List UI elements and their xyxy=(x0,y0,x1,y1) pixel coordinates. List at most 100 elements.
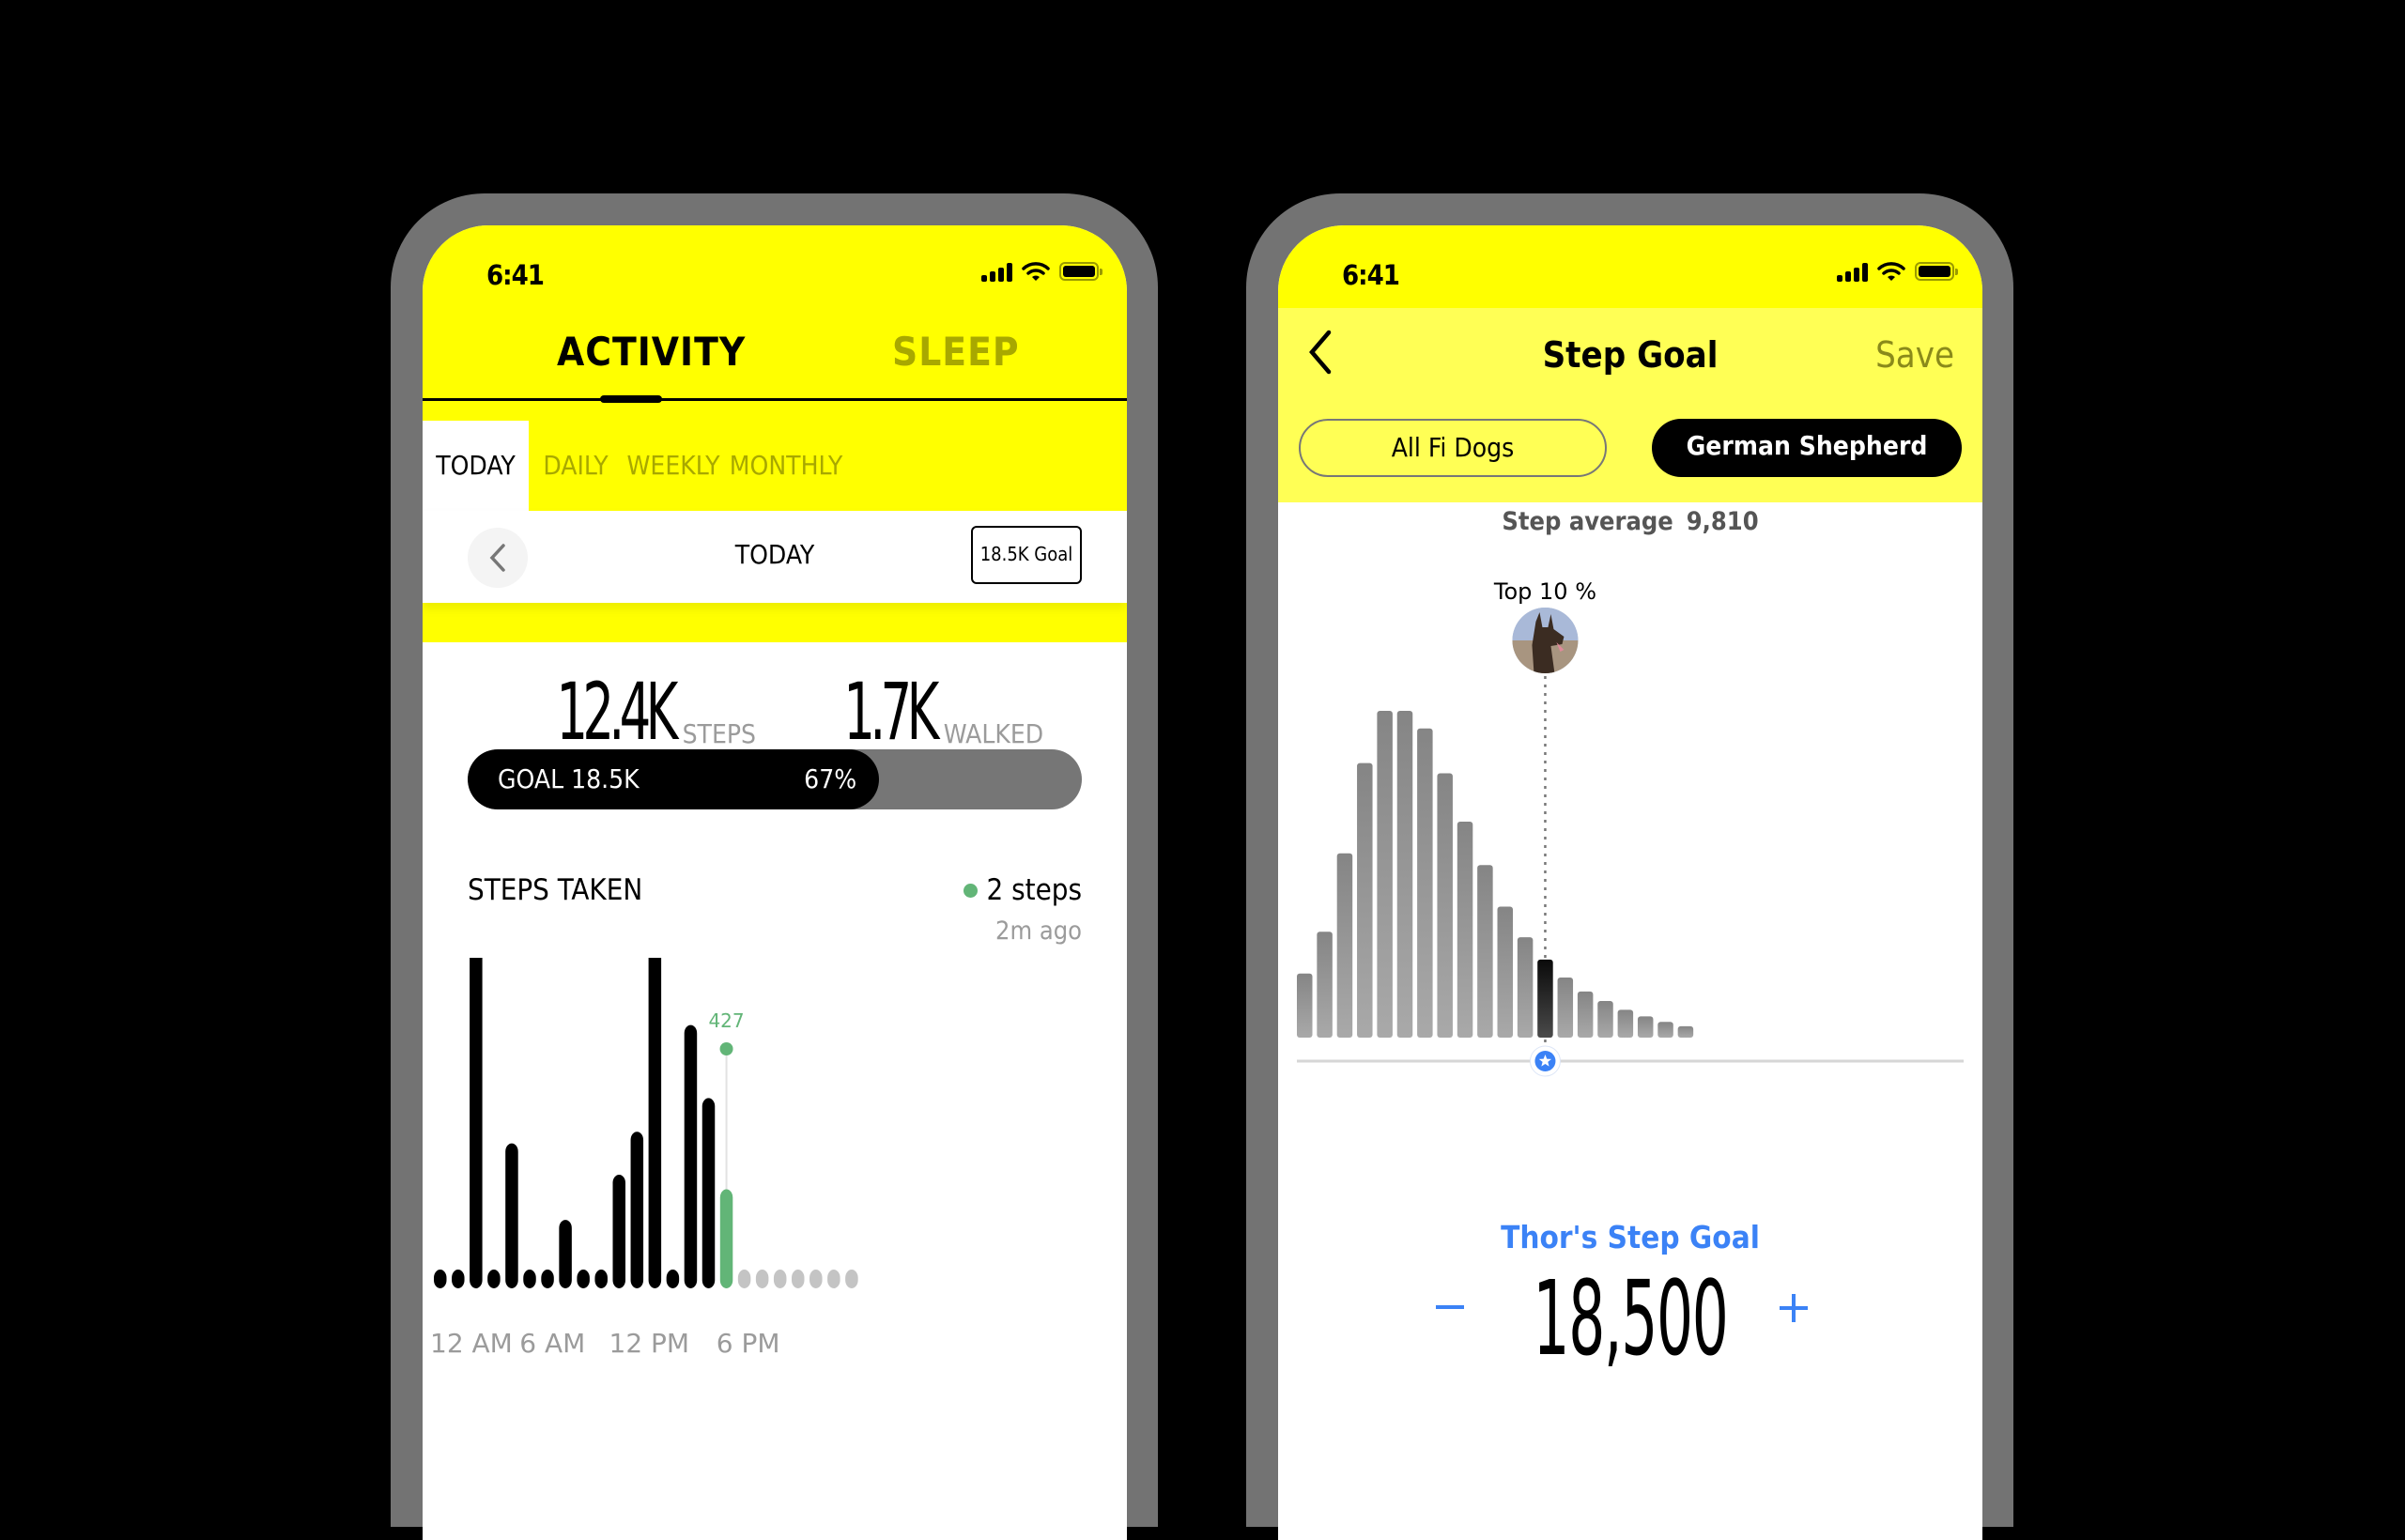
latest-steps: 2 steps xyxy=(963,873,1082,907)
period-tabs: TODAY DAILY WEEKLY MONTHLY xyxy=(423,421,1127,511)
date-nav: TODAY 18.5K Goal xyxy=(423,511,1127,603)
steps-bar-8-pm[interactable] xyxy=(792,1270,805,1288)
cellular-signal-icon xyxy=(1837,261,1868,282)
goal-label: Thor's Step Goal xyxy=(1501,1219,1760,1255)
tab-weekly[interactable]: WEEKLY xyxy=(623,421,724,511)
x-tick-label: 12 PM xyxy=(609,1328,690,1359)
tab-sleep[interactable]: SLEEP xyxy=(892,329,1020,375)
distribution-bar-2 xyxy=(1317,932,1333,1038)
distribution-bar-5 xyxy=(1377,711,1393,1038)
tab-monthly[interactable]: MONTHLY xyxy=(724,421,848,511)
distribution-bar-16 xyxy=(1597,1001,1613,1038)
steps-bar-12-am[interactable] xyxy=(434,1270,447,1288)
steps-value: 12.4K xyxy=(556,666,678,758)
distribution-bar-13 xyxy=(1537,959,1553,1038)
steps-bar-7-pm[interactable] xyxy=(773,1270,787,1288)
steps-bar-10-am[interactable] xyxy=(612,1174,626,1288)
distribution-bar-1 xyxy=(1297,973,1313,1038)
steps-bar-4-am[interactable] xyxy=(505,1143,518,1288)
filter-all-fi-dogs[interactable]: All Fi Dogs xyxy=(1299,419,1607,477)
distribution-bar-20 xyxy=(1677,1025,1694,1038)
goal-button[interactable]: 18.5K Goal xyxy=(971,526,1082,584)
steps-bar-1-am[interactable] xyxy=(452,1270,465,1288)
distribution-bar-11 xyxy=(1497,906,1513,1038)
goal-stepper: 18,500 xyxy=(1278,1258,1982,1390)
stats-summary: 12.4K STEPS 1.7K WALKED xyxy=(423,639,1127,751)
step-goal-header: Step Goal Save All Fi Dogs German Shephe… xyxy=(1278,308,1982,502)
step-average: Step average 9,810 xyxy=(1278,507,1982,536)
steps-bar-6-am[interactable] xyxy=(541,1270,554,1288)
dog-avatar[interactable] xyxy=(1512,608,1579,673)
battery-icon xyxy=(1059,262,1102,281)
steps-bar-6-pm[interactable] xyxy=(755,1270,769,1288)
step-goal-screen: 6:41 Step Goal Save All Fi Dogs German S… xyxy=(1278,225,1982,1540)
current-hour-marker xyxy=(719,1042,733,1055)
x-tick-label: 6 AM xyxy=(519,1328,585,1359)
goal-slider-knob[interactable] xyxy=(1529,1045,1561,1077)
steps-unit: STEPS xyxy=(682,718,757,749)
steps-bar-2-pm[interactable] xyxy=(684,1024,698,1288)
goal-label: GOAL 18.5K xyxy=(498,763,640,794)
distribution-bar-6 xyxy=(1396,711,1413,1038)
distribution-bar-14 xyxy=(1557,977,1574,1038)
main-tabs: ACTIVITY SLEEP xyxy=(423,308,1127,403)
status-time: 6:41 xyxy=(1342,259,1400,291)
steps-bar-8-am[interactable] xyxy=(577,1270,590,1288)
steps-bar-3-pm[interactable] xyxy=(701,1098,716,1288)
steps-bar-5-am[interactable] xyxy=(523,1270,536,1288)
status-time: 6:41 xyxy=(486,259,545,291)
tab-activity[interactable]: ACTIVITY xyxy=(557,329,746,375)
distribution-bar-19 xyxy=(1657,1022,1673,1038)
steps-bar-5-pm[interactable] xyxy=(737,1270,751,1288)
distribution-bar-12 xyxy=(1517,937,1534,1038)
current-hour-label: 427 xyxy=(708,1009,744,1032)
steps-bar-9-am[interactable] xyxy=(594,1270,608,1288)
walked-stat: 1.7K WALKED xyxy=(805,672,1043,751)
activity-screen: 6:41 ACTIVITY SLEEP TODAY DAILY WEEKLY M… xyxy=(423,225,1127,1540)
steps-bar-11-pm[interactable] xyxy=(845,1270,858,1288)
active-tab-indicator xyxy=(600,395,662,403)
steps-bar-12-pm[interactable] xyxy=(648,958,662,1288)
rank-label: Top 10 % xyxy=(1493,578,1596,605)
save-button[interactable]: Save xyxy=(1875,334,1954,376)
distribution-bar-15 xyxy=(1577,991,1594,1038)
walked-unit: WALKED xyxy=(943,718,1044,749)
filter-german-shepherd[interactable]: German Shepherd xyxy=(1652,419,1962,477)
distribution-bar-3 xyxy=(1336,853,1353,1038)
step-average-value: 9,810 xyxy=(1686,507,1759,536)
latest-steps-value: 2 steps xyxy=(986,873,1082,907)
distribution-bar-4 xyxy=(1357,762,1373,1038)
steps-bar-10-pm[interactable] xyxy=(827,1270,840,1288)
x-tick-label: 6 PM xyxy=(717,1328,780,1359)
increment-button[interactable] xyxy=(1780,1294,1808,1322)
steps-bar-1-pm[interactable] xyxy=(666,1270,680,1288)
distribution-bar-8 xyxy=(1437,773,1453,1038)
steps-bar-2-am[interactable] xyxy=(470,958,483,1288)
goal-progress-bar: GOAL 18.5K 67% xyxy=(468,749,1082,809)
steps-bar-7-am[interactable] xyxy=(559,1220,572,1288)
x-tick-label: 12 AM xyxy=(430,1328,513,1359)
steps-bar-11-am[interactable] xyxy=(630,1132,644,1288)
battery-icon xyxy=(1915,262,1958,281)
cellular-signal-icon xyxy=(981,261,1012,282)
wifi-icon xyxy=(1022,262,1050,281)
steps-stat: 12.4K STEPS xyxy=(506,672,756,751)
steps-bar-9-pm[interactable] xyxy=(809,1270,823,1288)
distribution-bar-17 xyxy=(1617,1009,1634,1038)
distribution-bar-18 xyxy=(1637,1016,1654,1038)
step-distribution-chart: Top 10 % xyxy=(1297,578,1964,1077)
status-bar: 6:41 xyxy=(1278,225,1982,308)
tab-daily[interactable]: DAILY xyxy=(529,421,623,511)
status-bar: 6:41 xyxy=(423,225,1127,308)
steps-taken-title: STEPS TAKEN xyxy=(468,873,643,907)
phone-frame-activity: 6:41 ACTIVITY SLEEP TODAY DAILY WEEKLY M… xyxy=(391,193,1158,1540)
step-average-label: Step average xyxy=(1502,507,1673,536)
live-dot-icon xyxy=(963,883,978,898)
tab-today[interactable]: TODAY xyxy=(423,421,529,511)
walked-value: 1.7K xyxy=(843,666,939,758)
goal-percent: 67% xyxy=(804,763,857,794)
distribution-bar-9 xyxy=(1457,821,1473,1038)
latest-steps-time: 2m ago xyxy=(995,916,1082,946)
steps-bar-4-pm[interactable] xyxy=(719,1189,733,1288)
steps-bar-3-am[interactable] xyxy=(487,1270,501,1288)
